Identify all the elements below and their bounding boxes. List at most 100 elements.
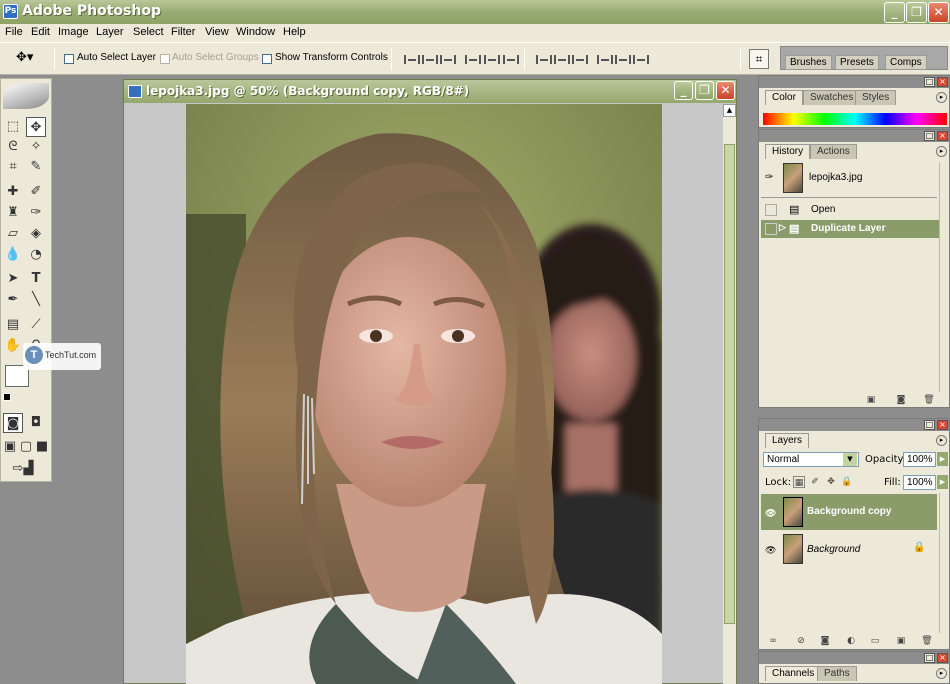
opacity-slider-arrow-icon[interactable]: ▶	[937, 452, 948, 466]
distribute-vertical-centers-icon[interactable]	[552, 53, 570, 66]
file-browser-icon[interactable]: ⌗	[749, 49, 769, 69]
history-item[interactable]: ▤ Open	[761, 201, 939, 219]
lock-image-pixels-icon[interactable]: ✐	[809, 476, 821, 488]
palette-well-tab-comps[interactable]: Comps	[885, 55, 927, 70]
link-layers-icon[interactable]: ∞	[767, 635, 779, 647]
panel-menu-icon[interactable]: ▸	[936, 435, 947, 446]
new-snapshot-icon[interactable]: ◙	[895, 394, 907, 406]
full-screen-menu-mode-icon[interactable]: ▢	[18, 437, 34, 457]
align-right-edges-icon[interactable]	[501, 53, 519, 66]
align-left-edges-icon[interactable]	[463, 53, 481, 66]
new-document-from-state-icon[interactable]: ▣	[865, 394, 877, 406]
palette-well-tab-brushes[interactable]: Brushes	[785, 55, 832, 70]
history-state-slider-icon[interactable]: ▷	[779, 222, 786, 233]
tab-paths[interactable]: Paths	[817, 666, 857, 681]
menu-help[interactable]: Help	[283, 26, 306, 38]
fill-slider-arrow-icon[interactable]: ▶	[937, 475, 948, 489]
line-tool-icon[interactable]: ╲	[26, 290, 46, 310]
healing-brush-tool-icon[interactable]: ✚	[3, 182, 23, 202]
opacity-input[interactable]: 100%	[903, 452, 936, 467]
standard-screen-mode-icon[interactable]: ▣	[2, 437, 18, 457]
new-adjustment-layer-icon[interactable]: ◐	[845, 635, 857, 647]
align-bottom-edges-icon[interactable]	[438, 53, 456, 66]
tab-actions[interactable]: Actions	[810, 144, 857, 159]
panel-menu-icon[interactable]: ▸	[936, 92, 947, 103]
slice-tool-icon[interactable]: ✎	[26, 157, 46, 177]
default-colors-icon[interactable]	[3, 393, 11, 401]
history-scrollbar[interactable]	[939, 162, 949, 392]
align-vertical-centers-icon[interactable]	[420, 53, 438, 66]
clone-stamp-tool-icon[interactable]: ♜	[3, 203, 23, 223]
lasso-tool-icon[interactable]: ᘓ	[3, 137, 23, 157]
color-ramp[interactable]	[763, 113, 947, 125]
new-layer-icon[interactable]: ▣	[895, 635, 907, 647]
close-button[interactable]: ✕	[928, 2, 949, 23]
tab-styles[interactable]: Styles	[855, 90, 897, 105]
panel-menu-icon[interactable]: ▸	[936, 668, 947, 679]
tab-swatches[interactable]: Swatches	[803, 90, 861, 105]
move-tool-icon[interactable]: ✥	[26, 117, 46, 137]
tab-history[interactable]: History	[765, 144, 811, 159]
menu-image[interactable]: Image	[58, 26, 89, 38]
standard-mode-icon[interactable]: ◙	[3, 413, 23, 433]
dodge-tool-icon[interactable]: ◔	[26, 245, 46, 265]
distribute-horizontal-centers-icon[interactable]	[613, 53, 631, 66]
eraser-tool-icon[interactable]: ▱	[3, 224, 23, 244]
palette-well-tab-presets[interactable]: Presets	[835, 55, 879, 70]
scroll-up-arrow-icon[interactable]: ▲	[723, 104, 736, 117]
hand-tool-icon[interactable]: ✋	[3, 336, 23, 356]
auto-select-layer-checkbox[interactable]	[64, 54, 74, 64]
menu-view[interactable]: View	[205, 26, 229, 38]
add-layer-mask-icon[interactable]: ◙	[819, 635, 831, 647]
quick-mask-mode-icon[interactable]: ◘	[26, 413, 46, 433]
distribute-left-edges-icon[interactable]	[595, 53, 613, 66]
history-source-box[interactable]	[765, 204, 777, 216]
eye-icon[interactable]: 👁	[765, 508, 776, 519]
tab-layers[interactable]: Layers	[765, 433, 810, 448]
rectangular-marquee-tool-icon[interactable]: ⬚	[3, 117, 23, 137]
image-canvas[interactable]	[186, 104, 662, 684]
menu-filter[interactable]: Filter	[171, 26, 195, 38]
history-item-selected[interactable]: ▷ ▤ Duplicate Layer	[761, 220, 939, 238]
panel-close-icon[interactable]: ×	[937, 653, 948, 663]
lock-transparent-pixels-icon[interactable]: ▦	[793, 476, 805, 488]
lock-all-icon[interactable]: 🔒	[841, 476, 853, 488]
doc-close-button[interactable]: ✕	[716, 81, 735, 100]
layers-scrollbar[interactable]	[939, 493, 949, 633]
lock-position-icon[interactable]: ✥	[825, 476, 837, 488]
paint-bucket-tool-icon[interactable]: ◈	[26, 224, 46, 244]
tab-channels[interactable]: Channels	[765, 666, 822, 681]
scroll-thumb[interactable]	[724, 144, 735, 624]
history-brush-source-icon[interactable]: ✑	[765, 172, 773, 183]
panel-close-icon[interactable]: ×	[937, 77, 948, 87]
doc-maximize-button[interactable]: ❐	[695, 81, 714, 100]
eye-icon[interactable]: 👁	[765, 545, 776, 556]
history-snapshot-row[interactable]: ✑ lepojka3.jpg	[761, 162, 939, 196]
jump-to-imageready-icon[interactable]: ⇨▟	[3, 459, 43, 479]
menu-window[interactable]: Window	[236, 26, 275, 38]
panel-minimize-icon[interactable]: □	[924, 77, 935, 87]
blur-tool-icon[interactable]: 💧	[3, 245, 23, 265]
tab-color[interactable]: Color	[765, 90, 803, 105]
restore-button[interactable]: ❐	[906, 2, 927, 23]
panel-minimize-icon[interactable]: □	[924, 653, 935, 663]
panel-minimize-icon[interactable]: □	[924, 420, 935, 430]
distribute-bottom-edges-icon[interactable]	[570, 53, 588, 66]
panel-close-icon[interactable]: ×	[937, 131, 948, 141]
chevron-down-icon[interactable]: ▼	[843, 453, 857, 466]
panel-minimize-icon[interactable]: □	[924, 131, 935, 141]
path-selection-tool-icon[interactable]: ➤	[3, 269, 23, 289]
panel-close-icon[interactable]: ×	[937, 420, 948, 430]
menu-layer[interactable]: Layer	[96, 26, 124, 38]
history-brush-tool-icon[interactable]: ✑	[26, 203, 46, 223]
delete-state-icon[interactable]: 🗑	[923, 394, 935, 406]
distribute-top-edges-icon[interactable]	[534, 53, 552, 66]
notes-tool-icon[interactable]: ▤	[3, 315, 23, 335]
type-tool-icon[interactable]: T	[26, 269, 46, 289]
fill-input[interactable]: 100%	[903, 475, 936, 490]
history-source-box[interactable]	[765, 223, 777, 235]
panel-menu-icon[interactable]: ▸	[936, 146, 947, 157]
layer-row-background[interactable]: 👁 Background 🔒	[761, 531, 937, 567]
menu-select[interactable]: Select	[133, 26, 164, 38]
align-top-edges-icon[interactable]	[402, 53, 420, 66]
